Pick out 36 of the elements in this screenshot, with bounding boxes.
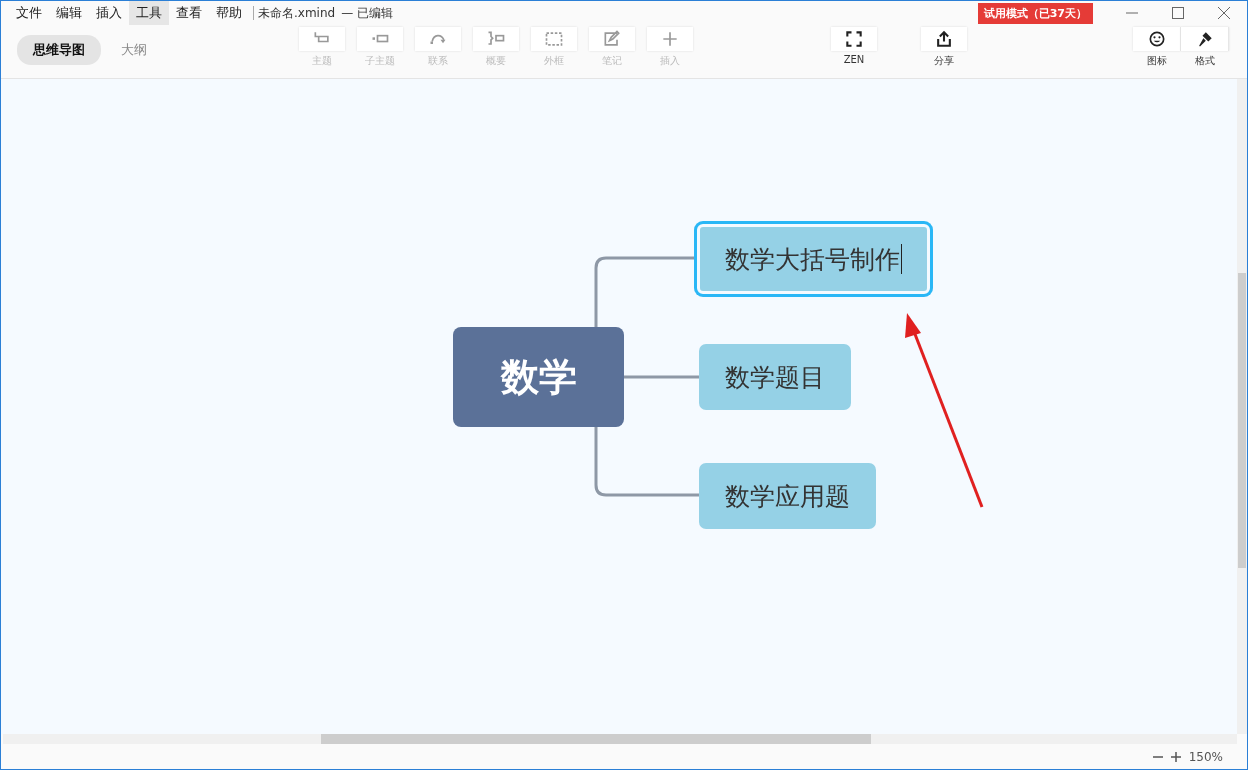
view-tab[interactable]: 大纲 — [105, 35, 163, 65]
view-tab[interactable]: 思维导图 — [17, 35, 101, 65]
maximize-icon[interactable] — [1172, 7, 1184, 19]
menu-item[interactable]: 编辑 — [49, 1, 89, 25]
zen-icon — [844, 29, 864, 49]
trial-badge: 试用模式（已37天） — [977, 2, 1093, 24]
scrollbar-thumb[interactable] — [1238, 273, 1246, 568]
menu-item[interactable]: 工具 — [129, 1, 169, 25]
zoom-in-icon[interactable] — [1170, 751, 1181, 762]
note-icon — [602, 29, 622, 49]
panel-label: 图标 — [1147, 54, 1167, 68]
document-name: 未命名.xmind — [258, 4, 336, 22]
toolbar-label: 联系 — [428, 54, 448, 68]
toolbar-label: 分享 — [934, 54, 954, 68]
panel-button[interactable] — [1133, 27, 1181, 51]
menu-item[interactable]: 文件 — [9, 1, 49, 25]
boundary-icon — [544, 29, 564, 49]
toolbar-label: ZEN — [843, 54, 865, 65]
menu-item[interactable]: 查看 — [169, 1, 209, 25]
central-topic[interactable]: 数学 — [453, 327, 624, 427]
toolbar-button[interactable] — [831, 27, 877, 51]
menu-item[interactable]: 帮助 — [209, 1, 249, 25]
insert-icon — [660, 29, 680, 49]
topic-node[interactable]: 数学大括号制作 — [694, 221, 933, 297]
topic-node[interactable]: 数学应用题 — [699, 463, 876, 529]
toolbar-button[interactable] — [921, 27, 967, 51]
close-icon[interactable] — [1218, 7, 1230, 19]
edit-status: — 已编辑 — [341, 4, 393, 22]
zoom-level[interactable]: 150% — [1188, 749, 1223, 764]
panel-button[interactable] — [1181, 27, 1229, 51]
toolbar-label: 概要 — [486, 54, 506, 68]
panel-label: 格式 — [1195, 54, 1215, 68]
share-icon — [934, 29, 954, 49]
menu-item[interactable]: 插入 — [89, 1, 129, 25]
scrollbar-thumb[interactable] — [321, 734, 871, 744]
topic-node[interactable]: 数学题目 — [699, 344, 851, 410]
